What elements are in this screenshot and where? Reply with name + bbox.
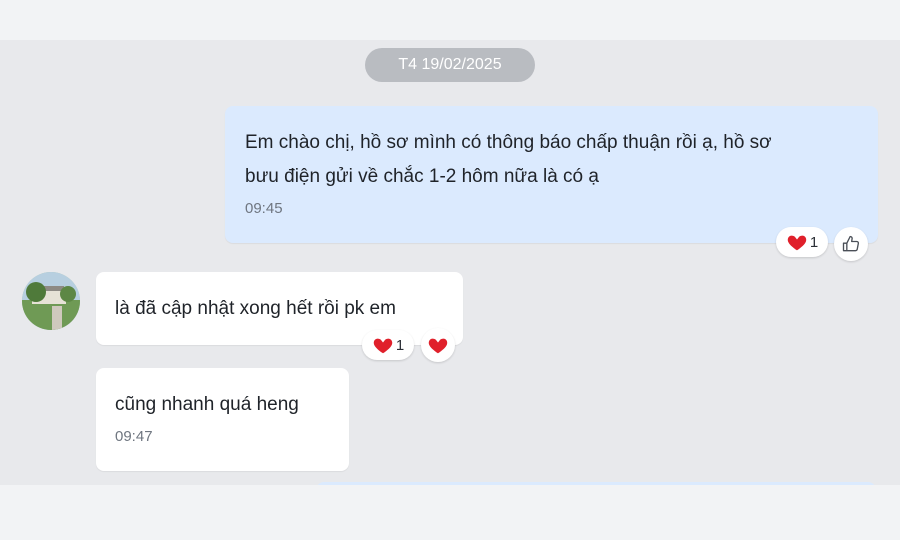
heart-react-button[interactable] [421,328,455,362]
message-time: 09:45 [245,200,283,217]
message-text: là đã cập nhật xong hết rồi pk em [115,298,396,319]
heart-icon [787,235,807,251]
avatar[interactable] [22,272,80,330]
reaction-summary[interactable]: 1 [362,330,414,360]
message-text: cũng nhanh quá heng [115,394,299,415]
avatar-photo [22,272,80,330]
sent-message[interactable]: Em chào chị, hồ sơ mình có thông báo chấ… [225,106,878,243]
heart-icon [428,338,448,354]
chat-area: T4 19/02/2025 Em chào chị, hồ sơ mình có… [0,40,900,485]
message-text-line-2: bưu điện gửi về chắc 1-2 hôm nữa là có ạ [245,166,599,187]
heart-icon [373,338,393,354]
like-react-button[interactable] [834,227,868,261]
reaction-summary[interactable]: 1 [776,227,828,257]
received-message[interactable]: cũng nhanh quá heng 09:47 [96,368,349,471]
reaction-count: 1 [395,336,405,354]
message-time: 09:47 [115,428,153,445]
date-separator: T4 19/02/2025 [365,48,535,82]
thumbs-up-icon [842,235,860,252]
sent-message-partial[interactable] [316,482,876,485]
reaction-count: 1 [809,233,819,251]
message-text-line-1: Em chào chị, hồ sơ mình có thông báo chấ… [245,132,772,153]
